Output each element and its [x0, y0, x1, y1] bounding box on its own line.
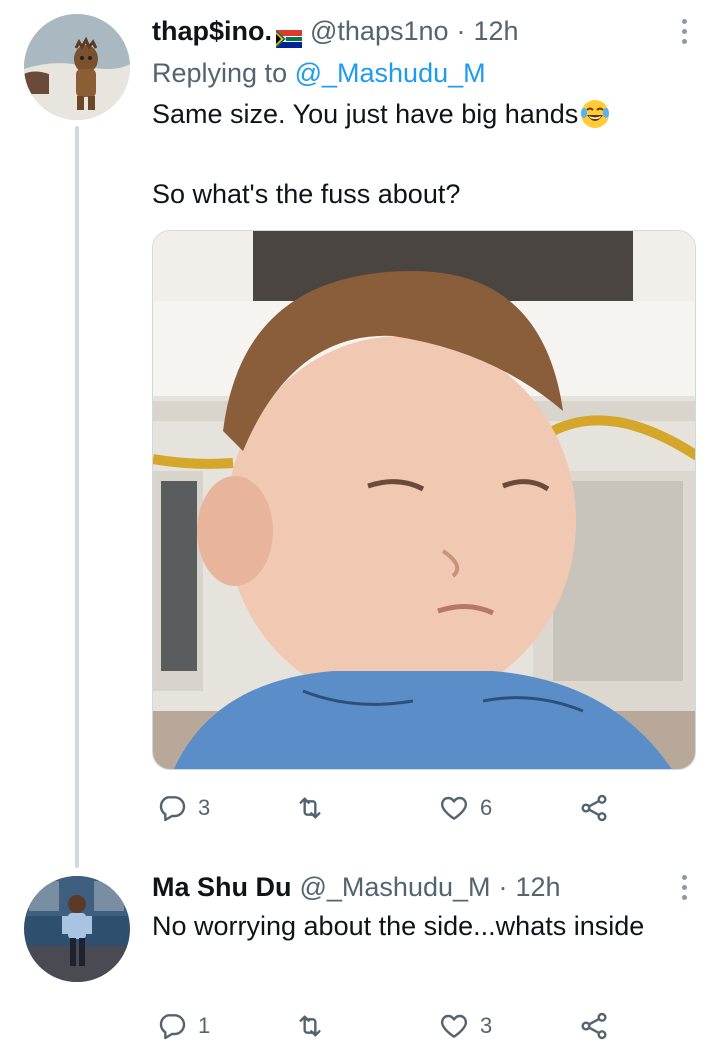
tweet-media-photo[interactable] [152, 230, 696, 770]
separator-dot: · [456, 16, 466, 46]
like-count: 3 [480, 1013, 493, 1038]
like-button[interactable]: 3 [438, 1006, 492, 1046]
heart-icon [440, 1014, 468, 1038]
reply-count: 3 [198, 795, 211, 820]
tweet-text: No worrying about the side...whats insid… [152, 911, 645, 941]
tweet-header: thap$ino. @thaps1no · 12h [152, 14, 696, 48]
tweet-actions: 3 6 [152, 788, 622, 828]
retweet-button[interactable] [294, 788, 336, 828]
replying-to: Replying to @_Mashudu_M [152, 56, 696, 90]
reply-button[interactable]: 1 [156, 1006, 210, 1046]
more-options-icon[interactable] [672, 16, 696, 46]
tweet-time[interactable]: 12h [516, 870, 561, 904]
retweet-icon [299, 797, 321, 819]
tweet-text-line1-content: Same size. You just have big hands [152, 99, 579, 129]
author-handle[interactable]: @thaps1no [310, 14, 449, 48]
heart-icon [440, 796, 468, 820]
thread-connector-line [75, 126, 79, 868]
like-button[interactable]: 6 [438, 788, 492, 828]
retweet-button[interactable] [294, 1006, 336, 1046]
tweet-header: Ma Shu Du @_Mashudu_M · 12h [152, 870, 696, 904]
laughing-tears-emoji-icon [580, 99, 610, 129]
reply-count: 1 [198, 1013, 211, 1038]
author-handle[interactable]: @_Mashudu_M [300, 870, 491, 904]
share-icon [581, 794, 607, 822]
tweet-text-line2: So what's the fuss about? [152, 179, 461, 209]
avatar-thapsino[interactable] [24, 14, 130, 120]
like-count: 6 [480, 795, 493, 820]
reply-icon [159, 796, 186, 822]
separator-dot: · [498, 872, 508, 902]
avatar-mashudu[interactable] [24, 876, 130, 982]
retweet-icon [299, 1015, 321, 1037]
tweet-mashudu[interactable]: Ma Shu Du @_Mashudu_M · 12h No worrying … [0, 862, 720, 1058]
avatar-man-image [24, 876, 130, 982]
tweet-content: Ma Shu Du @_Mashudu_M · 12h No worrying … [152, 870, 696, 946]
reply-icon [159, 1014, 186, 1040]
more-options-icon[interactable] [672, 872, 696, 902]
author-name[interactable]: thap$ino. [152, 14, 272, 48]
tweet-actions: 1 3 [152, 1006, 622, 1046]
avatar-groot-image [24, 14, 130, 120]
share-button[interactable] [578, 1006, 610, 1046]
share-button[interactable] [578, 788, 610, 828]
reply-button[interactable]: 3 [156, 788, 210, 828]
baby-photo-image [153, 231, 695, 769]
south-africa-flag-icon [276, 22, 302, 48]
author-name[interactable]: Ma Shu Du [152, 870, 292, 904]
tweet-time[interactable]: 12h [474, 14, 519, 48]
replying-to-mention[interactable]: @_Mashudu_M [295, 58, 486, 88]
tweet-text-line1: Same size. You just have big hands [152, 94, 696, 134]
tweet-content: thap$ino. @thaps1no · 12h Replying to @_… [152, 14, 696, 214]
tweet-thapsino[interactable]: thap$ino. @thaps1no · 12h Replying to @_… [0, 0, 720, 868]
share-icon [581, 1012, 607, 1040]
replying-to-label: Replying to [152, 58, 288, 88]
